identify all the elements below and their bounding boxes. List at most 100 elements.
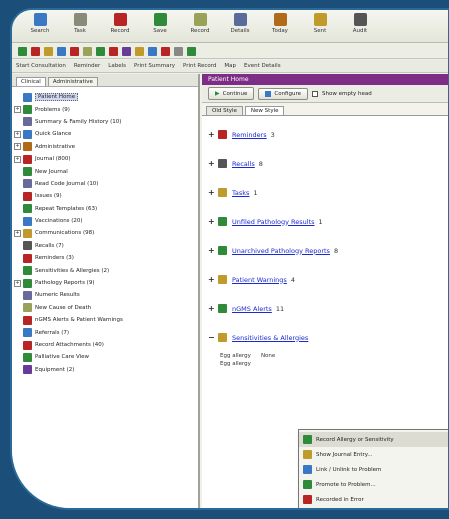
tree-item[interactable]: Read Code Journal (10) [14, 178, 198, 190]
context-menu-item[interactable]: Show Journal Entry... [299, 447, 448, 462]
expand-toggle-icon[interactable]: + [14, 106, 21, 114]
expand-toggle-icon[interactable]: + [14, 155, 21, 163]
tree-item-label: Vaccinations (20) [35, 218, 83, 225]
tree-item[interactable]: nGMS Alerts & Patient Warnings [14, 314, 198, 326]
small-tool-icon[interactable] [70, 46, 79, 56]
tree-item[interactable]: + Quick Glance [14, 128, 198, 140]
tree-item[interactable]: + Administrative [14, 141, 198, 153]
summary-section: + nGMS Alerts 11 [208, 294, 448, 323]
small-tool-icon[interactable] [148, 46, 157, 56]
tree-item-label: Numeric Results [35, 292, 80, 299]
tree-item-label: Record Attachments (40) [35, 342, 104, 348]
tree-item[interactable]: Patient Home [14, 91, 198, 103]
tree-item-icon [23, 340, 32, 350]
continue-button[interactable]: ▶ Continue [208, 87, 255, 100]
small-tool-icon[interactable] [44, 46, 53, 56]
section-link[interactable]: Unfiled Pathology Results [232, 218, 315, 226]
small-tool-icon[interactable] [161, 46, 170, 56]
section-expand-toggle[interactable]: + [208, 217, 216, 226]
section-link[interactable]: Reminders [232, 131, 267, 139]
tree-item[interactable]: Record Attachments (40) [14, 339, 198, 351]
expand-toggle-icon[interactable]: + [14, 279, 21, 287]
section-expand-toggle[interactable]: + [208, 188, 216, 197]
context-menu-item[interactable]: Record Allergy or Sensitivity [299, 432, 448, 447]
tree-item[interactable]: + Journal (800) [14, 153, 198, 165]
menu-item[interactable]: Print Summary [134, 63, 175, 69]
small-tool-icon[interactable] [57, 46, 66, 56]
tree-item[interactable]: Summary & Family History (10) [14, 116, 198, 128]
tree-item[interactable]: Issues (9) [14, 190, 198, 202]
tree-item-label: Sensitivities & Allergies (2) [35, 267, 110, 274]
tree-item[interactable]: Referrals (7) [14, 326, 198, 338]
toolbar-button-label: Record [190, 28, 210, 34]
tab-old-style[interactable]: Old Style [206, 106, 243, 115]
menu-item[interactable]: Start Consultation [16, 63, 66, 69]
context-menu-item[interactable]: Recorded in Error [299, 492, 448, 507]
tree-item[interactable]: Reminders (3) [14, 252, 198, 264]
tree-item[interactable]: Recalls (7) [14, 240, 198, 252]
section-expand-toggle[interactable]: + [208, 130, 216, 139]
section-link[interactable]: Recalls [232, 160, 255, 168]
tree-item[interactable]: Numeric Results [14, 289, 198, 301]
section-expand-toggle[interactable]: + [208, 275, 216, 284]
context-menu-item[interactable]: Link / Unlink to Problem [299, 462, 448, 477]
section-expand-toggle[interactable]: − [208, 333, 216, 342]
toolbar-button-record[interactable]: Record [100, 10, 140, 42]
expand-toggle-icon[interactable]: + [14, 143, 21, 151]
tab-administrative[interactable]: Administrative [47, 77, 98, 86]
context-menu-item[interactable]: Promote to Problem... [299, 477, 448, 492]
tree-item[interactable]: New Journal [14, 165, 198, 177]
toolbar-button-record[interactable]: Record [180, 10, 220, 42]
tree-item[interactable]: Repeat Templates (63) [14, 203, 198, 215]
section-link[interactable]: Tasks [232, 189, 249, 197]
toolbar-button-today[interactable]: Today [260, 10, 300, 42]
tree-item-label: Reminders (3) [35, 255, 74, 262]
small-tool-icon[interactable] [18, 46, 27, 56]
tree-item[interactable]: New Cause of Death [14, 302, 198, 314]
small-tool-icon[interactable] [83, 46, 92, 56]
toolbar-button-save[interactable]: Save [140, 10, 180, 42]
menu-item[interactable]: Print Record [183, 63, 216, 69]
tab-clinical[interactable]: Clinical [16, 77, 46, 86]
toolbar-button-sent[interactable]: Sent [300, 10, 340, 42]
tree-item[interactable]: + Pathology Reports (9) [14, 277, 198, 289]
allergy-row[interactable]: Egg allergy None [202, 352, 448, 360]
tab-new-style[interactable]: New Style [244, 106, 285, 115]
small-tool-icon[interactable] [187, 46, 196, 56]
section-expand-toggle[interactable]: + [208, 159, 216, 168]
tree-item-icon [23, 328, 32, 338]
tree-item[interactable]: Vaccinations (20) [14, 215, 198, 227]
menu-item[interactable]: Map [224, 63, 236, 69]
menu-item[interactable]: Reminder [74, 63, 100, 69]
tree-item[interactable]: + Communications (98) [14, 227, 198, 239]
small-tool-icon[interactable] [174, 46, 183, 56]
section-icon [218, 304, 227, 313]
configure-button[interactable]: Configure [258, 87, 309, 100]
tree-item[interactable]: Sensitivities & Allergies (2) [14, 264, 198, 276]
small-tool-icon[interactable] [109, 46, 118, 56]
small-tool-icon[interactable] [96, 46, 105, 56]
menu-item[interactable]: Labels [108, 63, 126, 69]
expand-toggle-icon[interactable]: + [14, 130, 21, 138]
small-tool-icon[interactable] [31, 46, 40, 56]
toolbar-button-audit[interactable]: Audit [340, 10, 380, 42]
toolbar-button-task[interactable]: Task [60, 10, 100, 42]
expand-toggle-icon[interactable]: + [14, 229, 21, 237]
show-empty-checkbox[interactable] [312, 90, 319, 97]
allergy-row[interactable]: Egg allergy [202, 360, 448, 368]
context-menu-label: Link / Unlink to Problem [316, 466, 382, 473]
section-link[interactable]: Sensitivities & Allergies [232, 334, 308, 342]
small-tool-icon[interactable] [135, 46, 144, 56]
tree-item[interactable]: Palliative Care View [14, 351, 198, 363]
section-expand-toggle[interactable]: + [208, 304, 216, 313]
menu-item[interactable]: Event Details [244, 63, 281, 69]
small-tool-icon[interactable] [122, 46, 131, 56]
toolbar-button-details[interactable]: Details [220, 10, 260, 42]
tree-item[interactable]: + Problems (9) [14, 103, 198, 115]
toolbar-button-search[interactable]: Search [20, 10, 60, 42]
section-link[interactable]: Patient Warnings [232, 276, 287, 284]
section-link[interactable]: nGMS Alerts [232, 305, 272, 313]
section-link[interactable]: Unarchived Pathology Reports [232, 247, 330, 255]
section-expand-toggle[interactable]: + [208, 246, 216, 255]
tree-item[interactable]: Equipment (2) [14, 364, 198, 376]
